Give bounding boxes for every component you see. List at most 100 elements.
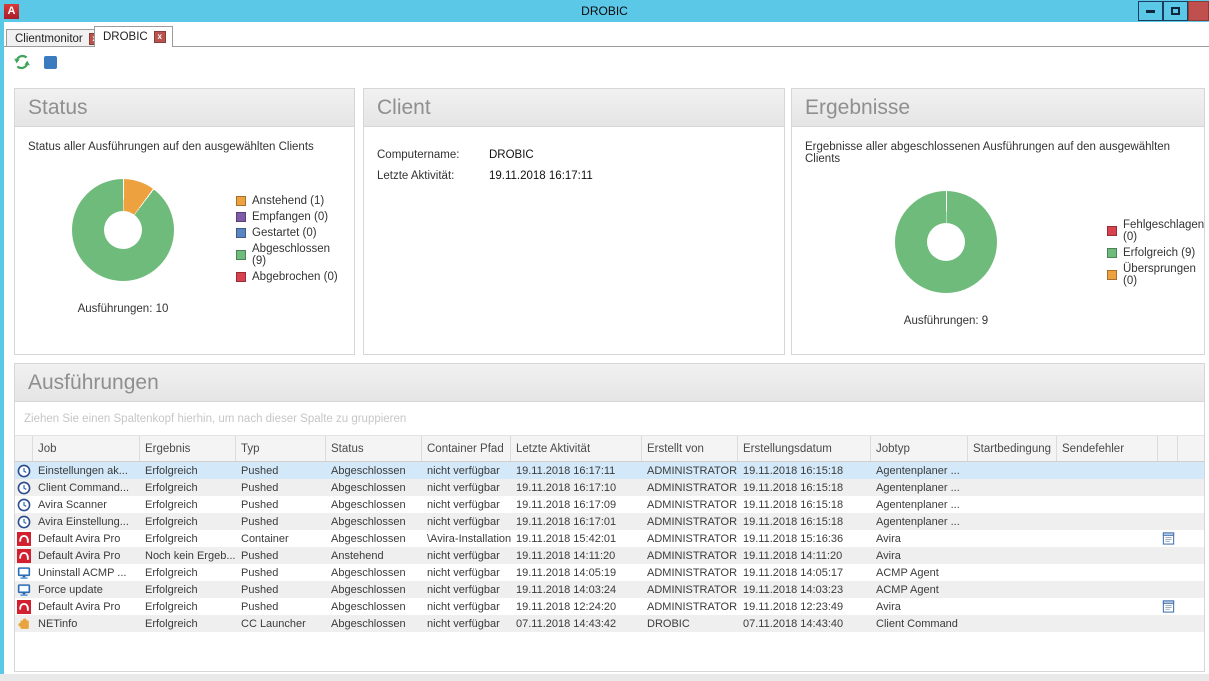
status-legend: Anstehend (1)Empfangen (0)Gestartet (0)A… <box>236 195 341 315</box>
status-donut-chart <box>72 179 174 281</box>
window-bottom-border <box>0 674 1209 681</box>
cell-attachment <box>1158 615 1178 632</box>
cell-startbedingung <box>968 513 1057 530</box>
table-row[interactable]: Client Command...ErfolgreichPushedAbgesc… <box>15 479 1204 496</box>
maximize-button[interactable] <box>1163 1 1188 21</box>
cell-letzte-aktivitaet: 19.11.2018 16:17:09 <box>511 496 642 513</box>
cell-attachment <box>1158 564 1178 581</box>
cell-letzte-aktivitaet: 19.11.2018 12:24:20 <box>511 598 642 615</box>
refresh-button[interactable] <box>14 54 30 70</box>
cell-ergebnis: Erfolgreich <box>140 564 236 581</box>
cell-ergebnis: Erfolgreich <box>140 581 236 598</box>
legend-swatch-icon <box>1107 270 1117 280</box>
cell-job: Default Avira Pro <box>33 598 140 615</box>
table-row[interactable]: Default Avira ProErfolgreichPushedAbgesc… <box>15 598 1204 615</box>
cell-ergebnis: Erfolgreich <box>140 513 236 530</box>
cell-typ: Container <box>236 530 326 547</box>
cell-ergebnis: Erfolgreich <box>140 496 236 513</box>
cell-job: Default Avira Pro <box>33 547 140 564</box>
cell-startbedingung <box>968 598 1057 615</box>
column-header-jobtyp[interactable]: Jobtyp <box>871 436 968 461</box>
column-header-letzte-aktivität[interactable]: Letzte Aktivität <box>511 436 642 461</box>
client-panel: Client Computername: DROBIC Letzte Aktiv… <box>363 88 785 355</box>
cell-jobtyp: Client Command <box>871 615 968 632</box>
report-clipboard-icon[interactable] <box>1162 600 1175 613</box>
table-row[interactable]: Force updateErfolgreichPushedAbgeschloss… <box>15 581 1204 598</box>
column-header-ergebnis[interactable]: Ergebnis <box>140 436 236 461</box>
legend-label: Fehlgeschlagen (0) <box>1123 219 1204 243</box>
cell-startbedingung <box>968 581 1057 598</box>
stop-button[interactable] <box>42 54 58 70</box>
cell-sendefehler <box>1057 496 1158 513</box>
scheduler-clock-icon <box>17 498 31 512</box>
cell-erstellungsdatum: 19.11.2018 16:15:18 <box>738 479 871 496</box>
cell-startbedingung <box>968 496 1057 513</box>
legend-item: Fehlgeschlagen (0) <box>1107 219 1204 243</box>
cell-status: Abgeschlossen <box>326 615 422 632</box>
cell-status: Abgeschlossen <box>326 564 422 581</box>
cell-typ: Pushed <box>236 547 326 564</box>
cell-status: Abgeschlossen <box>326 479 422 496</box>
cell-attachment <box>1158 530 1178 547</box>
table-row[interactable]: NETinfoErfolgreichCC LauncherAbgeschloss… <box>15 615 1204 632</box>
field-value: DROBIC <box>489 149 534 161</box>
column-header-typ[interactable]: Typ <box>236 436 326 461</box>
tab-strip: Clientmonitor x DROBIC x <box>4 26 1209 47</box>
column-header-job[interactable]: Job <box>33 436 140 461</box>
toolbar <box>14 54 58 70</box>
cell-attachment <box>1158 496 1178 513</box>
cell-erstellt-von: ADMINISTRATOR <box>642 547 738 564</box>
column-header-startbedingung[interactable]: Startbedingung <box>968 436 1057 461</box>
close-button[interactable] <box>1188 1 1209 21</box>
minimize-button[interactable] <box>1138 1 1163 21</box>
cell-container-pfad: nicht verfügbar <box>422 547 511 564</box>
cell-job: Client Command... <box>33 479 140 496</box>
column-header-erstellt-von[interactable]: Erstellt von <box>642 436 738 461</box>
cell-letzte-aktivitaet: 19.11.2018 16:17:01 <box>511 513 642 530</box>
table-row[interactable]: Uninstall ACMP ...ErfolgreichPushedAbges… <box>15 564 1204 581</box>
cell-sendefehler <box>1057 479 1158 496</box>
cell-attachment <box>1158 547 1178 564</box>
column-header-sendefehler[interactable]: Sendefehler <box>1057 436 1158 461</box>
legend-item: Empfangen (0) <box>236 211 341 223</box>
cell-sendefehler <box>1057 462 1158 479</box>
cell-container-pfad: nicht verfügbar <box>422 462 511 479</box>
results-panel-title: Ergebnisse <box>792 89 1204 127</box>
tab-label: DROBIC <box>103 31 148 43</box>
cell-job: Force update <box>33 581 140 598</box>
column-header-empty <box>1158 436 1178 461</box>
plugin-puzzle-icon <box>17 617 31 631</box>
cell-jobtyp: Agentenplaner ... <box>871 496 968 513</box>
cell-container-pfad: \Avira-Installation\ <box>422 530 511 547</box>
avira-icon <box>17 532 31 546</box>
cell-job: Einstellungen ak... <box>33 462 140 479</box>
cell-erstellungsdatum: 19.11.2018 15:16:36 <box>738 530 871 547</box>
status-panel-title: Status <box>15 89 354 127</box>
executions-panel-title: Ausführungen <box>15 364 1204 402</box>
cell-attachment <box>1158 598 1178 615</box>
table-row[interactable]: Avira Einstellung...ErfolgreichPushedAbg… <box>15 513 1204 530</box>
cell-typ: Pushed <box>236 496 326 513</box>
column-header-container-pfad[interactable]: Container Pfad <box>422 436 511 461</box>
cell-erstellt-von: ADMINISTRATOR <box>642 564 738 581</box>
legend-label: Übersprungen (0) <box>1123 263 1204 287</box>
cell-ergebnis: Erfolgreich <box>140 530 236 547</box>
table-row[interactable]: Default Avira ProErfolgreichContainerAbg… <box>15 530 1204 547</box>
legend-swatch-icon <box>1107 226 1117 236</box>
legend-label: Erfolgreich (9) <box>1123 247 1195 259</box>
cell-sendefehler <box>1057 513 1158 530</box>
table-row[interactable]: Avira ScannerErfolgreichPushedAbgeschlos… <box>15 496 1204 513</box>
scheduler-clock-icon <box>17 515 31 529</box>
column-header-status[interactable]: Status <box>326 436 422 461</box>
column-header-erstellungsdatum[interactable]: Erstellungsdatum <box>738 436 871 461</box>
table-row[interactable]: Einstellungen ak...ErfolgreichPushedAbge… <box>15 462 1204 479</box>
table-row[interactable]: Default Avira ProNoch kein Ergeb...Pushe… <box>15 547 1204 564</box>
cell-startbedingung <box>968 564 1057 581</box>
tab-drobic[interactable]: DROBIC x <box>94 26 173 47</box>
report-clipboard-icon[interactable] <box>1162 532 1175 545</box>
tab-close-icon[interactable]: x <box>154 31 166 43</box>
title-bar: A DROBIC <box>0 0 1209 22</box>
group-by-dropzone[interactable]: Ziehen Sie einen Spaltenkopf hierhin, um… <box>15 402 1204 436</box>
tab-clientmonitor[interactable]: Clientmonitor x <box>6 29 108 47</box>
cell-erstellt-von: ADMINISTRATOR <box>642 479 738 496</box>
